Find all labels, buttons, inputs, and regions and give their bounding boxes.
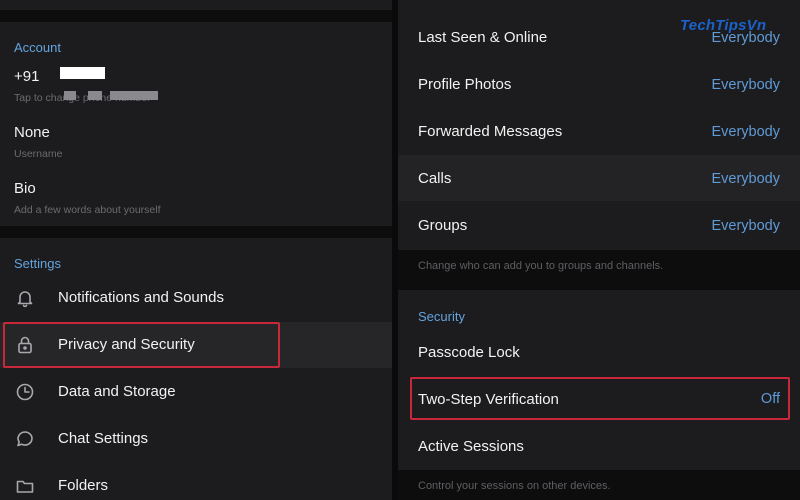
privacy-item-forwarded-messages[interactable]: Forwarded Messages Everybody: [398, 108, 800, 154]
redaction-mark: [64, 91, 76, 100]
privacy-item-label: Groups: [418, 217, 468, 234]
privacy-item-groups[interactable]: Groups Everybody: [398, 202, 800, 248]
highlight-box: [3, 322, 280, 368]
settings-item-chat-settings[interactable]: Chat Settings: [0, 416, 392, 462]
username-row[interactable]: None Username: [0, 115, 392, 165]
chat-bubble-icon: [14, 428, 36, 450]
settings-item-label: Folders: [58, 477, 109, 494]
redaction-mark: [110, 91, 158, 100]
privacy-item-value: Everybody: [711, 218, 780, 234]
bell-icon: [14, 287, 36, 309]
redaction-mark: [88, 91, 102, 100]
active-sessions-label: Active Sessions: [418, 438, 524, 455]
privacy-security-panel: Last Seen & Online Everybody Profile Pho…: [398, 0, 800, 500]
section-divider: [0, 226, 392, 238]
passcode-lock-row[interactable]: Passcode Lock: [398, 329, 800, 375]
groups-hint-area: Change who can add you to groups and cha…: [398, 250, 800, 290]
privacy-item-calls[interactable]: Calls Everybody: [398, 155, 800, 201]
security-section-title: Security: [418, 309, 465, 324]
phone-number-row[interactable]: +91 Tap to change phone number: [0, 60, 392, 110]
bio-title: Bio: [14, 180, 36, 197]
settings-item-label: Notifications and Sounds: [58, 289, 224, 306]
sessions-hint-area: Control your sessions on other devices.: [398, 470, 800, 500]
settings-item-label: Chat Settings: [58, 430, 149, 447]
watermark-logo: TechTipsVn: [680, 17, 767, 34]
bio-hint: Add a few words about yourself: [14, 204, 161, 216]
privacy-item-label: Forwarded Messages: [418, 123, 563, 140]
settings-item-folders[interactable]: Folders: [0, 463, 392, 500]
settings-item-data-storage[interactable]: Data and Storage: [0, 369, 392, 415]
settings-section-title: Settings: [14, 256, 61, 271]
privacy-item-value: Everybody: [711, 124, 780, 140]
folder-icon: [14, 475, 36, 497]
username-hint: Username: [14, 148, 63, 160]
privacy-item-label: Profile Photos: [418, 76, 512, 93]
settings-item-notifications[interactable]: Notifications and Sounds: [0, 275, 392, 321]
privacy-item-profile-photos[interactable]: Profile Photos Everybody: [398, 61, 800, 107]
privacy-item-label: Calls: [418, 170, 452, 187]
passcode-lock-label: Passcode Lock: [418, 344, 520, 361]
privacy-item-value: Everybody: [711, 77, 780, 93]
phone-prefix: +91: [14, 68, 40, 85]
highlight-box: [410, 377, 790, 420]
clock-icon: [14, 381, 36, 403]
sessions-hint: Control your sessions on other devices.: [418, 480, 611, 492]
active-sessions-row[interactable]: Active Sessions: [398, 423, 800, 469]
settings-panel: Account +91 Tap to change phone number N…: [0, 0, 392, 500]
bio-row[interactable]: Bio Add a few words about yourself: [0, 172, 392, 222]
username-value: None: [14, 124, 50, 141]
privacy-item-label: Last Seen & Online: [418, 29, 548, 46]
settings-item-label: Data and Storage: [58, 383, 176, 400]
groups-hint: Change who can add you to groups and cha…: [418, 260, 664, 272]
privacy-item-value: Everybody: [711, 171, 780, 187]
account-section-title: Account: [14, 40, 61, 55]
section-divider: [0, 10, 392, 22]
redacted-phone-number: [60, 67, 105, 79]
